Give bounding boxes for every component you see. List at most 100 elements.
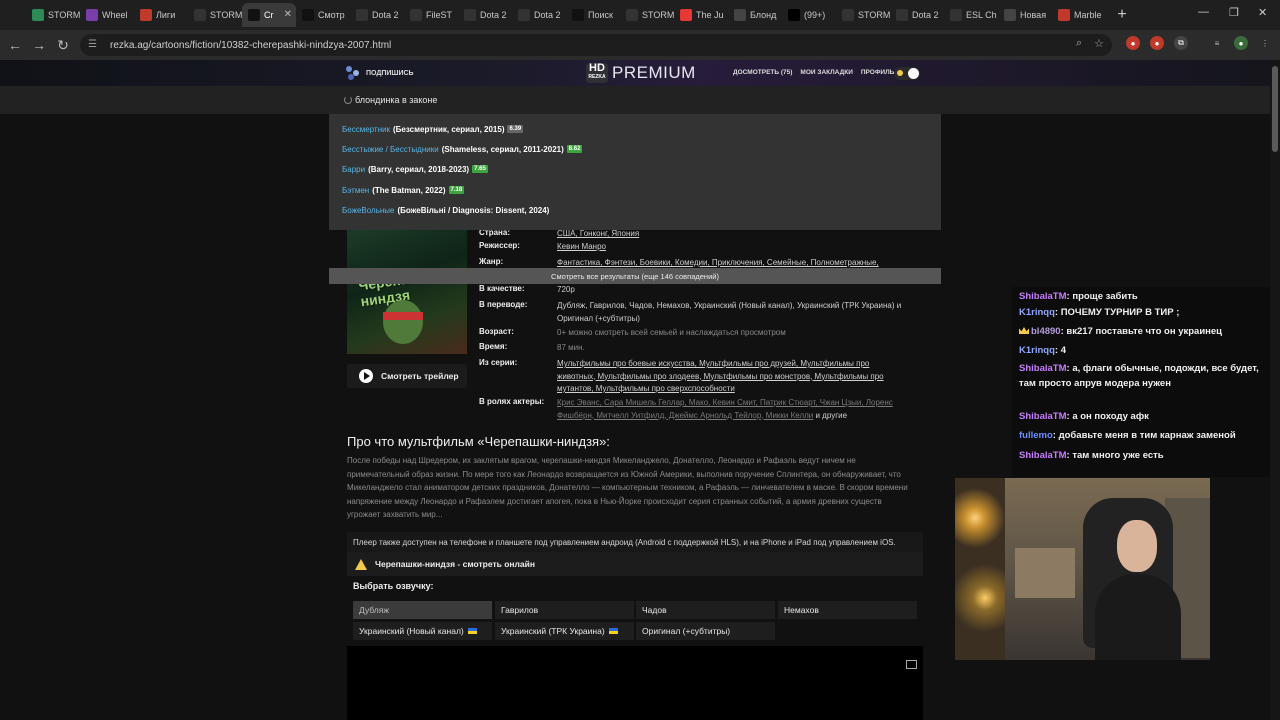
back-icon[interactable]: ← (3, 33, 27, 57)
reload-icon[interactable]: ↻ (51, 33, 75, 57)
voice-option-ua-new[interactable]: Украинский (Новый канал) (353, 622, 492, 640)
director-link[interactable]: Кевин Манро (557, 241, 606, 254)
browser-tab[interactable]: Marble (1052, 3, 1106, 27)
fullscreen-icon[interactable] (906, 660, 917, 669)
browser-tab[interactable]: Wheel (80, 3, 134, 27)
browser-tab[interactable]: (99+) (782, 3, 836, 27)
streamer-body (1095, 574, 1181, 660)
trailer-button[interactable]: Смотреть трейлер (347, 364, 467, 388)
chat-text: 4 (1060, 345, 1066, 356)
tab-label: Смотр (318, 10, 345, 20)
tab-label: Wheel (102, 10, 128, 20)
search-result-item[interactable]: Бэтмен (The Batman, 2022) 7.18 (342, 183, 465, 197)
video-player[interactable] (347, 646, 923, 720)
rating-badge: 7.65 (472, 165, 488, 173)
tab-close-icon[interactable]: ✕ (284, 9, 292, 20)
nav-watch-link[interactable]: ДОСМОТРЕТЬ (75) (733, 69, 792, 76)
tab-label: STORM (858, 10, 890, 20)
profile-avatar[interactable]: ● (1234, 36, 1248, 50)
info-label: Возраст: (479, 327, 514, 336)
rating-badge: 7.18 (448, 186, 465, 194)
info-row-age: Возраст: 0+ можно смотреть всей семьей и … (479, 327, 786, 340)
voice-option[interactable]: Дубляж (353, 601, 492, 619)
chat-message: ShibalaTM: проще забить (1019, 291, 1138, 302)
extension-icon[interactable]: ● (1150, 36, 1164, 50)
tab-favicon-icon (302, 9, 314, 21)
about-title: Про что мультфильм «Черепашки-ниндзя»: (347, 434, 610, 449)
browser-tab[interactable]: Блонд (728, 3, 782, 27)
search-result-item[interactable]: Барри (Barry, сериал, 2018-2023) 7.65 (342, 162, 488, 176)
page-scrollbar[interactable] (1270, 60, 1280, 720)
nav-profile-link[interactable]: ПРОФИЛЬ (861, 69, 894, 76)
minimize-icon[interactable]: — (1198, 6, 1209, 18)
tab-favicon-icon (32, 9, 44, 21)
watch-title: Черепашки-ниндзя - смотреть онлайн (375, 559, 536, 569)
search-input[interactable]: блондинка в законе (355, 95, 437, 105)
search-result-item[interactable]: БожеВольные (БожеВільні / Diagnosis: Diss… (342, 203, 549, 217)
tab-label: Cr (264, 10, 274, 20)
browser-tab[interactable]: STORM (620, 3, 674, 27)
browser-tab[interactable]: Поиск (566, 3, 620, 27)
subscribe-link[interactable]: ПОДПИШИСЬ (346, 66, 414, 80)
chat-user: ShibalaTM (1019, 363, 1067, 374)
browser-tab[interactable]: FileST (404, 3, 458, 27)
tab-label: Лиги (156, 10, 176, 20)
search-result-item[interactable]: Бесстыжие / Бесстыдники (Shameless, сериа… (342, 142, 583, 156)
maximize-icon[interactable]: ❐ (1229, 6, 1239, 19)
reading-list-icon[interactable]: ≡ (1210, 36, 1224, 50)
browser-tab[interactable]: Dota 2 (512, 3, 566, 27)
extensions-puzzle-icon[interactable]: ⧉ (1174, 36, 1188, 50)
browser-tab[interactable]: Новая (998, 3, 1052, 27)
series-links[interactable]: Мультфильмы про боевые искусства, Мультф… (557, 358, 907, 396)
tab-favicon-icon (572, 9, 584, 21)
info-label: В переводе: (479, 300, 528, 309)
result-original: (Shameless, сериал, 2011-2021) (441, 144, 564, 154)
site-info-icon[interactable]: ☰ (88, 39, 100, 51)
menu-icon[interactable]: ⋮ (1258, 36, 1272, 50)
new-tab-button[interactable]: + (1112, 5, 1132, 25)
voice-option-ua-trk[interactable]: Украинский (ТРК Украина) (495, 622, 634, 640)
browser-tab[interactable]: The Ju (674, 3, 728, 27)
bookmark-star-icon[interactable]: ☆ (1094, 37, 1104, 50)
voice-option[interactable]: Чадов (636, 601, 775, 619)
search-bar[interactable]: блондинка в законе (0, 86, 1270, 114)
chat-message: ShibalaTM: а он походу афк (1019, 411, 1149, 422)
tab-strip: STORM Wheel Лиги STORM Cr ✕ Смотр Dota 2 FileST D… (26, 3, 1106, 27)
browser-tab[interactable]: Dota 2 (350, 3, 404, 27)
sun-icon (897, 70, 903, 76)
browser-tab[interactable]: STORM (836, 3, 890, 27)
result-original: (Barry, сериал, 2018-2023) (368, 164, 470, 174)
tab-label: Новая (1020, 10, 1047, 20)
browser-tab[interactable]: Dota 2 (458, 3, 512, 27)
forward-icon[interactable]: → (27, 33, 51, 57)
browser-tab[interactable]: ESL Ch (944, 3, 998, 27)
extension-icon[interactable]: ● (1126, 36, 1140, 50)
zoom-icon[interactable]: ⌕ (1076, 37, 1082, 50)
tab-label: Dota 2 (912, 10, 939, 20)
voice-option[interactable]: Оригинал (+субтитры) (636, 622, 775, 640)
browser-tab-bar: STORM Wheel Лиги STORM Cr ✕ Смотр Dota 2 FileST D… (0, 0, 1280, 30)
voice-option[interactable]: Гаврилов (495, 601, 634, 619)
theme-toggle[interactable] (894, 67, 920, 80)
browser-tab[interactable]: STORM (26, 3, 80, 27)
all-results-link[interactable]: Смотреть все результаты (еще 146 совпаде… (329, 268, 941, 284)
poster-mask (383, 312, 423, 320)
nav-bookmarks-link[interactable]: МОИ ЗАКЛАДКИ (800, 69, 852, 76)
browser-tab[interactable]: STORM (188, 3, 242, 27)
browser-tab[interactable]: Лиги (134, 3, 188, 27)
chat-text: проще забить (1072, 291, 1138, 302)
browser-tab[interactable]: Cr ✕ (242, 3, 296, 27)
logo-hd-text: HD (589, 62, 605, 74)
close-window-icon[interactable]: ✕ (1258, 6, 1267, 19)
tab-label: Dota 2 (534, 10, 561, 20)
browser-tab[interactable]: Смотр (296, 3, 350, 27)
result-title: Бессмертник (342, 124, 390, 134)
search-result-item[interactable]: Бессмертник (Безсмертник, сериал, 2015) 6.… (342, 122, 524, 136)
url-input[interactable]: ☰ rezka.ag/cartoons/fiction/10382-cherep… (80, 34, 1112, 56)
scrollbar-thumb[interactable] (1272, 66, 1278, 152)
browser-tab[interactable]: Dota 2 (890, 3, 944, 27)
tab-favicon-icon (86, 9, 98, 21)
voice-option[interactable]: Немахов (778, 601, 917, 619)
site-logo[interactable]: HD REZKA PREMIUM (586, 63, 696, 83)
tab-favicon-icon (896, 9, 908, 21)
